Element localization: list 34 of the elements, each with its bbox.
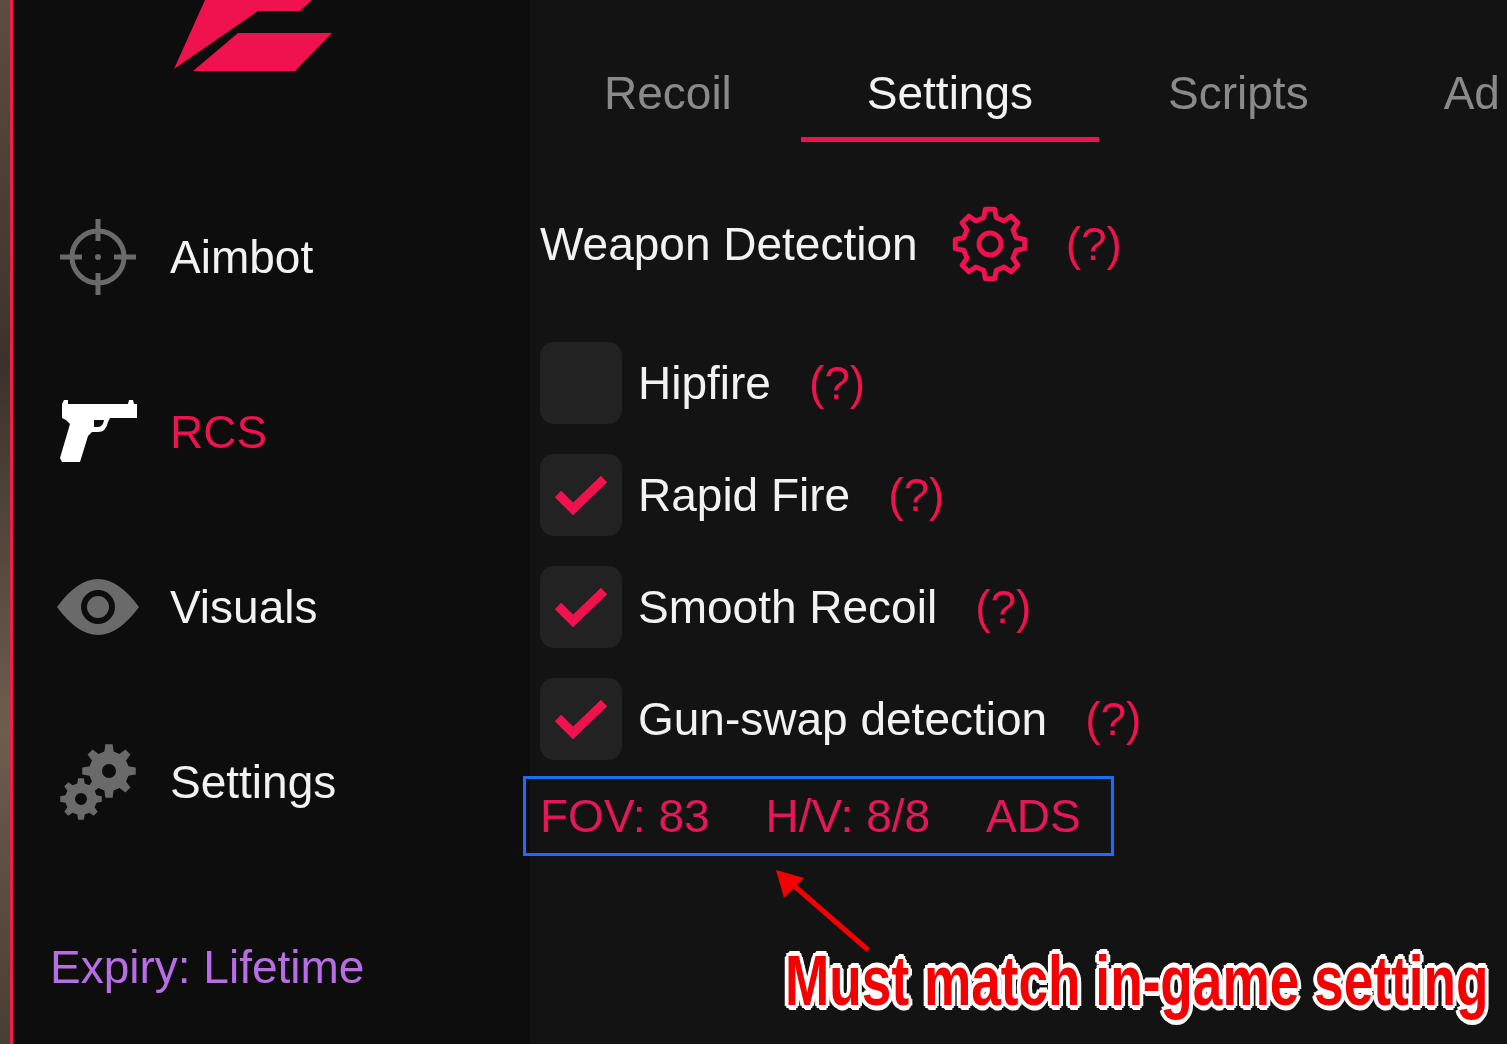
tab[interactable]: Recoil xyxy=(538,0,798,142)
nav-item[interactable]: RCS xyxy=(56,393,268,471)
checkbox[interactable] xyxy=(540,678,622,760)
expiry-text: Expiry: Lifetime xyxy=(50,940,365,995)
stat-text: H/V: 8/8 xyxy=(765,788,931,844)
help-hint[interactable]: (?) xyxy=(808,355,866,411)
help-hint[interactable]: (?) xyxy=(888,467,945,523)
help-hint[interactable]: (?) xyxy=(975,579,1032,635)
section-title: Weapon Detection xyxy=(540,216,918,272)
nav-item[interactable]: Aimbot xyxy=(56,218,314,296)
logo-icon xyxy=(172,0,332,71)
checkbox[interactable] xyxy=(540,566,622,648)
pistol-icon xyxy=(58,400,138,464)
tab[interactable]: Scripts xyxy=(1102,0,1375,142)
tab[interactable]: Ad xyxy=(1377,0,1500,142)
option-label: Smooth Recoil xyxy=(638,579,938,635)
check-icon xyxy=(553,698,609,740)
settings-icon[interactable] xyxy=(950,205,1029,283)
option-label: Hipfire xyxy=(638,355,771,411)
eye-icon xyxy=(56,579,140,635)
check-icon xyxy=(553,586,609,628)
gears-icon xyxy=(59,743,137,821)
nav-item[interactable]: Visuals xyxy=(56,568,318,646)
help-hint[interactable]: (?) xyxy=(1065,216,1122,272)
check-icon xyxy=(553,474,609,516)
help-hint[interactable]: (?) xyxy=(1085,691,1142,747)
nav-item[interactable]: Settings xyxy=(56,743,337,821)
checkbox[interactable] xyxy=(540,454,622,536)
option-label: Gun-swap detection xyxy=(638,691,1048,747)
option-label: Rapid Fire xyxy=(638,467,851,523)
stat-text: ADS xyxy=(986,788,1081,844)
crosshair-icon xyxy=(60,219,136,295)
stat-text: FOV: 83 xyxy=(540,788,710,844)
tab[interactable]: Settings xyxy=(800,0,1100,142)
